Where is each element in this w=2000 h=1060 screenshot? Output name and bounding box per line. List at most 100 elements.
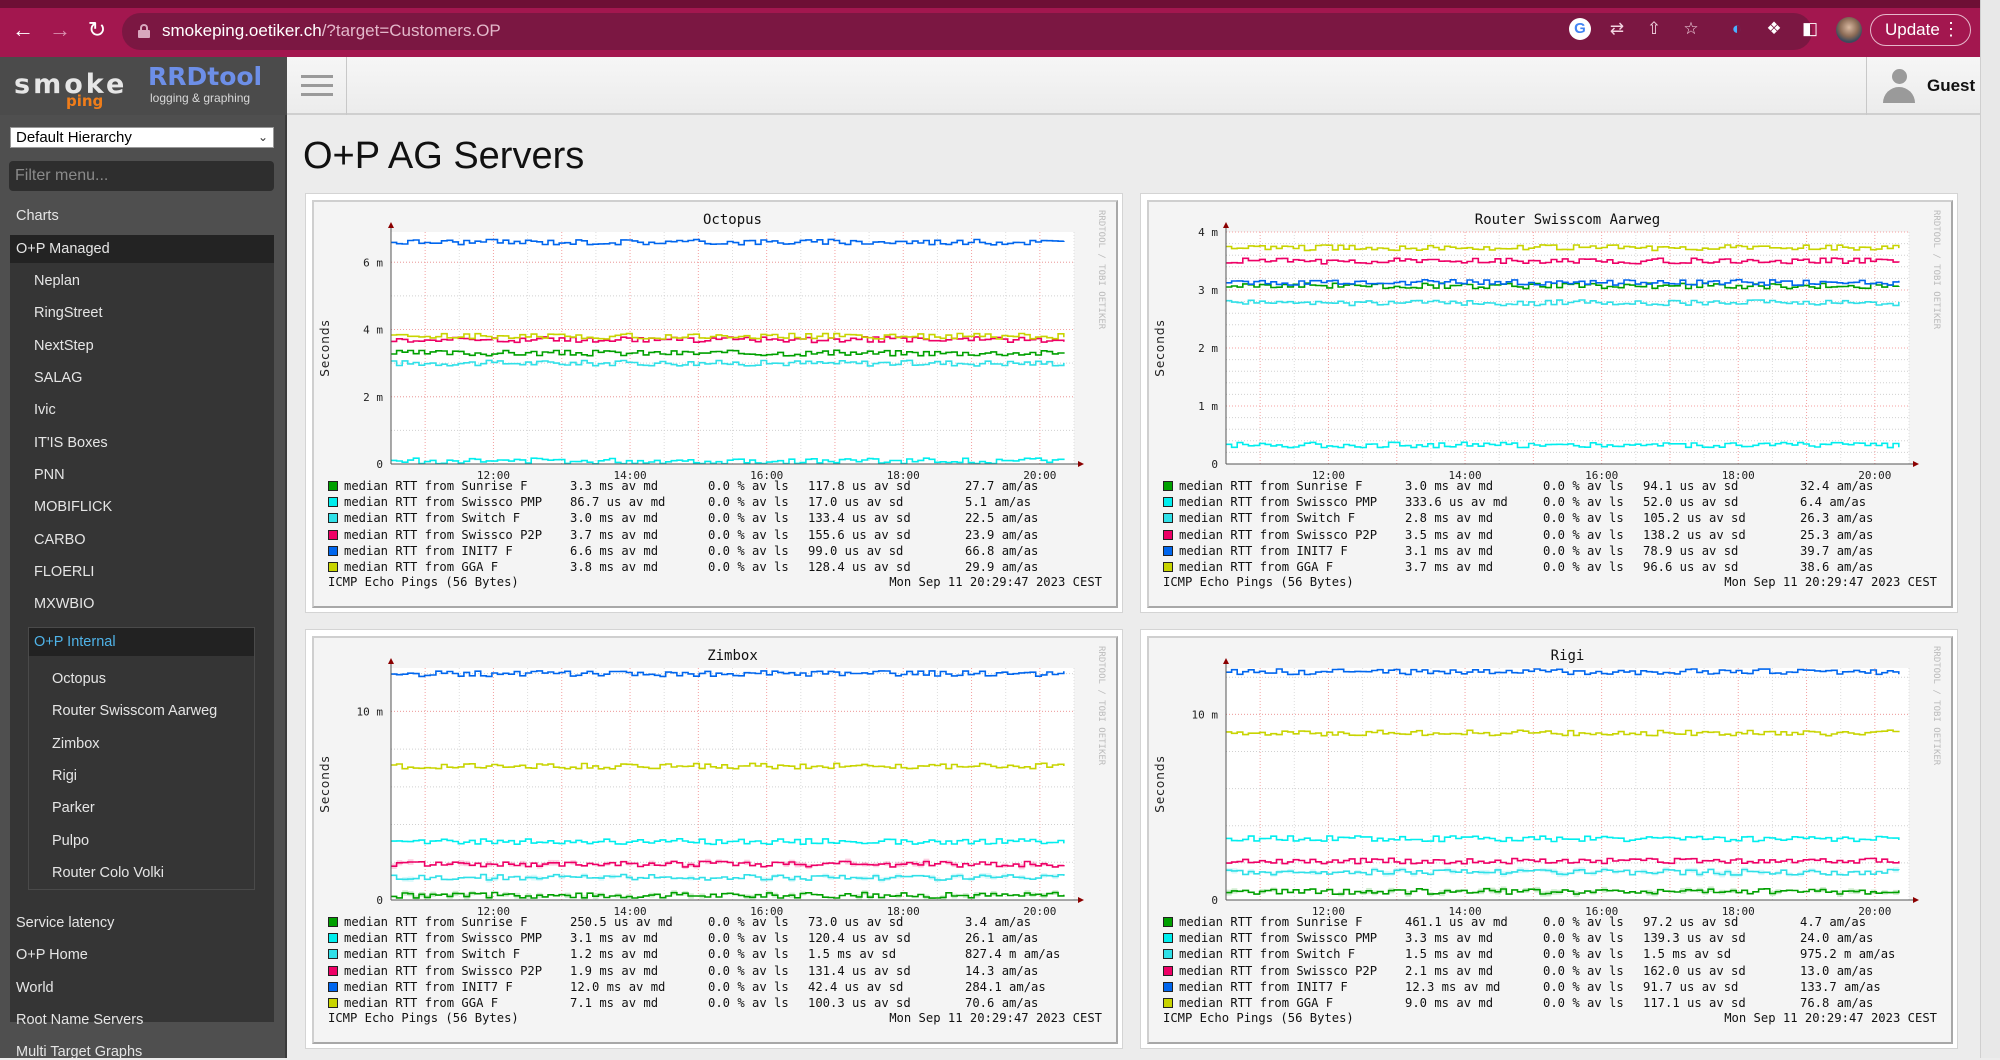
sidebar-item-pnn[interactable]: PNN [34, 467, 65, 483]
sidebar-item-rigi[interactable]: Rigi [52, 768, 77, 784]
sidebar-item-service-latency[interactable]: Service latency [16, 915, 114, 931]
sidebar-item-op-internal[interactable]: O+P Internal [34, 634, 116, 650]
filter-menu-input[interactable] [9, 161, 274, 191]
menu-toggle-button[interactable] [287, 57, 347, 115]
sidebar-item-ringstreet[interactable]: RingStreet [34, 305, 103, 321]
url-text[interactable]: smokeping.oetiker.ch/?target=Customers.O… [162, 21, 501, 41]
legend-row: median RTT from INIT7 F12.0 ms av md0.0 … [328, 979, 542, 995]
legend-sd: 97.2 us av sd [1643, 914, 1738, 930]
legend-amas-value: 66.8 [965, 544, 994, 558]
more-icon[interactable]: ⋮ [1942, 15, 1960, 44]
profile-avatar[interactable] [1836, 17, 1862, 43]
legend-amas-value: 38.6 [1800, 560, 1829, 574]
legend-sd-value: 52.0 us [1643, 495, 1694, 509]
sidebar-item-mobiflick[interactable]: MOBIFLICK [34, 499, 112, 515]
sidebar-item-octopus[interactable]: Octopus [52, 671, 106, 687]
hierarchy-select[interactable]: Default Hierarchy ⌄ [10, 127, 274, 148]
sidebar-item-router-colo-volki[interactable]: Router Colo Volki [52, 865, 164, 881]
lock-icon[interactable] [138, 24, 150, 38]
legend-median-value: 3.3 ms [570, 479, 614, 493]
legend-amas: 70.6 am/as [965, 995, 1038, 1011]
address-bar[interactable]: smokeping.oetiker.ch/?target=Customers.O… [122, 13, 1812, 50]
sidebar-item-zimbox[interactable]: Zimbox [52, 736, 100, 752]
password-manager-icon[interactable]: ◐ [1726, 18, 1748, 40]
chart-title: Rigi [1551, 648, 1585, 664]
legend-amas: 4.7 am/as [1800, 914, 1866, 930]
legend-median: 333.6 us av md [1405, 494, 1508, 510]
legend-sd-value: 17.0 us [808, 495, 859, 509]
graph-image[interactable]: OctopusSecondsRRDTOOL / TOBI OETIKER02 m… [312, 200, 1118, 608]
legend-row: median RTT from Sunrise F3.0 ms av md0.0… [1163, 478, 1377, 494]
sidebar-item-salag[interactable]: SALAG [34, 370, 82, 386]
legend-median: 461.1 us av md [1405, 914, 1508, 930]
graph-image[interactable]: Router Swisscom AarwegSecondsRRDTOOL / T… [1147, 200, 1953, 608]
sidebar-item-charts[interactable]: Charts [16, 208, 59, 224]
legend-row: median RTT from INIT7 F12.3 ms av md0.0 … [1163, 979, 1377, 995]
sidebar-item-floerli[interactable]: FLOERLI [34, 564, 94, 580]
sidebar-item-mxwbio[interactable]: MXWBIO [34, 596, 94, 612]
sidepanel-icon[interactable]: ◧ [1799, 18, 1821, 40]
app-header: smoke ping RRDtool logging & graphing Gu… [0, 57, 1980, 115]
legend-series-name: median RTT from Sunrise F [1179, 479, 1362, 493]
legend-row: median RTT from Swissco P2P3.5 ms av md0… [1163, 527, 1377, 543]
smokeping-logo-ping: ping [66, 92, 103, 110]
legend-loss-value: 0.0 % [1543, 544, 1580, 558]
sidebar-item-router-swisscom-aarweg[interactable]: Router Swisscom Aarweg [52, 703, 217, 719]
legend-median: 6.6 ms av md [570, 543, 658, 559]
sidebar-item-ivic[interactable]: Ivic [34, 402, 56, 418]
user-menu[interactable]: Guest [1866, 57, 1980, 115]
sidebar-item-root-name-servers[interactable]: Root Name Servers [16, 1012, 143, 1028]
extensions-icon[interactable]: ❖ [1763, 18, 1785, 40]
legend-median-value: 2.8 ms [1405, 511, 1449, 525]
legend-amas-value: 5.1 [965, 495, 987, 509]
legend-series-name: median RTT from Sunrise F [344, 479, 527, 493]
graph-card-zimbox[interactable]: ZimboxSecondsRRDTOOL / TOBI OETIKER010 m… [305, 629, 1123, 1049]
sidebar-item-parker[interactable]: Parker [52, 800, 95, 816]
y-tick-label: 1 m [1198, 400, 1218, 413]
legend-sd-value: 155.6 us [808, 528, 867, 542]
sidebar-item-world[interactable]: World [16, 980, 54, 996]
graph-image[interactable]: RigiSecondsRRDTOOL / TOBI OETIKER010 m12… [1147, 636, 1953, 1044]
bookmark-star-icon[interactable]: ☆ [1680, 18, 1702, 40]
legend-median: 7.1 ms av md [570, 995, 658, 1011]
legend-sd: 96.6 us av sd [1643, 559, 1738, 575]
graph-image[interactable]: ZimboxSecondsRRDTOOL / TOBI OETIKER010 m… [312, 636, 1118, 1044]
share-icon[interactable]: ⇧ [1643, 18, 1665, 40]
legend-series-name: median RTT from INIT7 F [344, 980, 513, 994]
legend-sd: 139.3 us av sd [1643, 930, 1746, 946]
legend-sd: 1.5 ms av sd [1643, 946, 1731, 962]
legend-median-value: 1.2 ms [570, 947, 614, 961]
sidebar-item-pulpo[interactable]: Pulpo [52, 833, 89, 849]
y-axis-label: Seconds [1153, 319, 1167, 376]
legend-amas-value: 975.2 m [1800, 947, 1851, 961]
chart-legend: median RTT from Sunrise F3.0 ms av md0.0… [1163, 478, 1377, 575]
forward-icon[interactable]: → [46, 16, 74, 44]
legend-sd-value: 73.0 us [808, 915, 859, 929]
rrdtool-logo[interactable]: RRDtool [148, 62, 262, 91]
sidebar-item-op-managed[interactable]: O+P Managed [16, 241, 110, 257]
legend-loss-value: 0.0 % [708, 996, 745, 1010]
legend-amas-value: 39.7 [1800, 544, 1829, 558]
graph-card-octopus[interactable]: OctopusSecondsRRDTOOL / TOBI OETIKER02 m… [305, 193, 1123, 613]
back-icon[interactable]: ← [9, 16, 37, 44]
legend-sd: 73.0 us av sd [808, 914, 903, 930]
legend-swatch [1163, 966, 1173, 976]
update-button[interactable]: Update⋮ [1870, 14, 1971, 46]
sidebar-item-op-home[interactable]: O+P Home [16, 947, 88, 963]
sidebar-item-carbo[interactable]: CARBO [34, 532, 86, 548]
legend-loss: 0.0 % av ls [708, 995, 789, 1011]
reload-icon[interactable]: ↻ [83, 16, 111, 44]
probe-description: ICMP Echo Pings (56 Bytes) [328, 575, 519, 589]
google-icon[interactable]: G [1569, 18, 1591, 40]
legend-series-name: median RTT from INIT7 F [1179, 980, 1348, 994]
legend-median-value: 3.7 ms [570, 528, 614, 542]
sidebar-item-neplan[interactable]: Neplan [34, 273, 80, 289]
plot-area [1226, 668, 1909, 900]
graph-card-router-swisscom-aarweg[interactable]: Router Swisscom AarwegSecondsRRDTOOL / T… [1140, 193, 1958, 613]
x-axis-arrow-icon [1078, 461, 1084, 467]
sidebar-item-itis-boxes[interactable]: IT'IS Boxes [34, 435, 108, 451]
translate-icon[interactable]: ⇄ [1606, 18, 1628, 40]
sidebar-item-nextstep[interactable]: NextStep [34, 338, 94, 354]
legend-median-value: 3.7 ms [1405, 560, 1449, 574]
graph-card-rigi[interactable]: RigiSecondsRRDTOOL / TOBI OETIKER010 m12… [1140, 629, 1958, 1049]
